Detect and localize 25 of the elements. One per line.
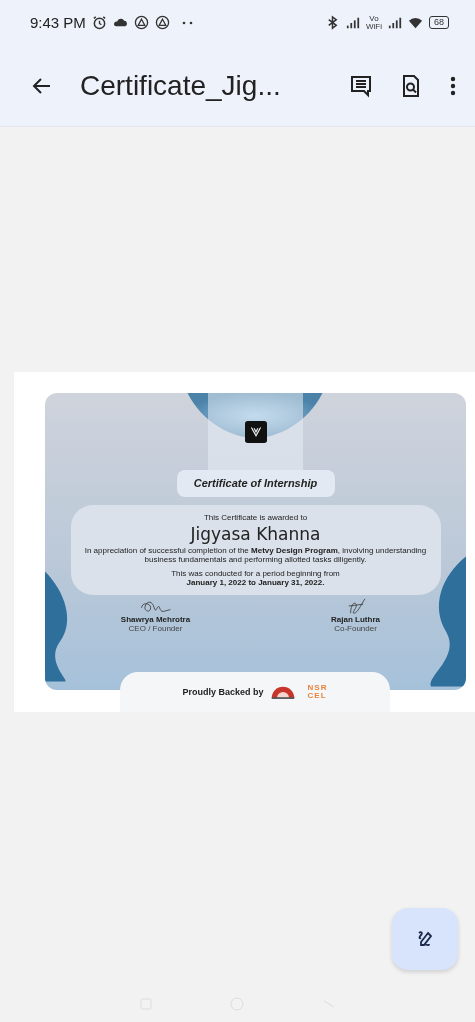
- recipient-name: Jigyasa Khanna: [188, 524, 322, 544]
- signatory-name: Rajan Luthra: [331, 615, 380, 624]
- more-notifications-icon: [181, 20, 194, 25]
- certificate-heading: Certificate of Internship: [176, 470, 335, 497]
- period-dates: January 1, 2022 to January 31, 2022.: [185, 578, 326, 587]
- document-title: Certificate_Jig...: [80, 69, 281, 102]
- awarded-text: This Certificate is awarded to: [202, 513, 309, 522]
- status-time: 9:43 PM: [30, 14, 86, 31]
- description-text: In appreciation of successful completion of the Metvy Design Program, involving understanding business fundamentals and performing allotted tasks diligently.: [83, 546, 428, 564]
- period-text: This was conducted for a period beginning from: [170, 569, 341, 578]
- network-label: Vo WiFi: [366, 14, 382, 31]
- backed-by-text: Proudly Backed by: [182, 687, 264, 697]
- comment-icon[interactable]: [349, 73, 373, 98]
- alarm-clock-icon: [91, 15, 107, 30]
- signatory-name: Shawrya Mehrotra: [120, 615, 191, 624]
- arch-logo-icon: [269, 685, 296, 699]
- signatory-role: Co-Founder: [334, 624, 377, 633]
- signal-icon: [346, 15, 360, 30]
- wifi-icon: [408, 15, 423, 30]
- battery-indicator: 68: [429, 16, 449, 29]
- backer-logo-text: NSR CEL: [307, 684, 328, 700]
- v-logo-icon: [244, 419, 267, 445]
- edit-button[interactable]: [392, 908, 458, 970]
- signatory-role: CEO / Founder: [128, 624, 183, 633]
- signal-icon: [388, 15, 402, 30]
